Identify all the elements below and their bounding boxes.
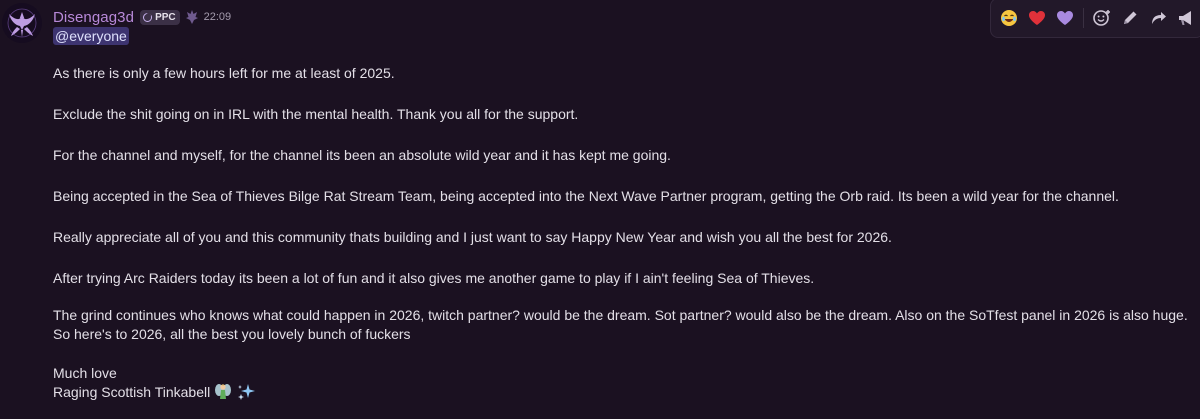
server-tag-label: PPC [155, 11, 176, 23]
reply-button[interactable] [1146, 6, 1170, 30]
message-header: Disengag3d PPC 22:09 [53, 7, 231, 27]
signature-text: Raging Scottish Tinkabell [53, 384, 211, 400]
reply-arrow-icon [1152, 12, 1166, 24]
sparkles-emoji-icon [236, 382, 256, 402]
toolbar-divider [1083, 8, 1084, 28]
message-paragraph: Being accepted in the Sea of Thieves Bil… [53, 188, 1119, 204]
username[interactable]: Disengag3d [53, 9, 134, 26]
laughing-emoji-reaction-button[interactable] [997, 6, 1021, 30]
server-tag[interactable]: PPC [140, 9, 180, 25]
role-icon[interactable] [185, 9, 199, 25]
timestamp: 22:09 [203, 11, 232, 23]
purple-heart-icon [1057, 11, 1073, 25]
add-reaction-button[interactable] [1090, 6, 1114, 30]
chat-message: Disengag3d PPC 22:09 @everyone As there … [0, 0, 1200, 419]
phoenix-avatar-icon [2, 3, 42, 43]
message-paragraph: The grind continues who knows what could… [53, 307, 1188, 342]
forward-button[interactable] [1174, 6, 1198, 30]
purple-heart-reaction-button[interactable] [1053, 6, 1077, 30]
message-paragraph: As there is only a few hours left for me… [53, 65, 395, 81]
message-paragraph: Really appreciate all of you and this co… [53, 229, 892, 245]
message-signoff: Much love [53, 365, 117, 381]
pencil-icon [1124, 11, 1137, 24]
message-signature: Raging Scottish Tinkabell [53, 382, 256, 402]
everyone-mention[interactable]: @everyone [53, 27, 129, 45]
fairy-emoji-icon [213, 382, 233, 402]
message-paragraph: For the channel and myself, for the chan… [53, 147, 671, 163]
message-paragraph: After trying Arc Raiders today its been … [53, 270, 815, 286]
red-heart-icon [1029, 11, 1045, 25]
message-paragraph: Exclude the shit going on in IRL with th… [53, 106, 579, 122]
edit-button[interactable] [1118, 6, 1142, 30]
add-reaction-icon [1093, 10, 1110, 26]
megaphone-icon [1179, 11, 1191, 25]
red-heart-reaction-button[interactable] [1025, 6, 1049, 30]
laughing-emoji-icon [1001, 10, 1017, 26]
user-avatar[interactable] [2, 3, 42, 43]
message-actions-toolbar [990, 0, 1200, 38]
moon-tag-icon [143, 12, 153, 22]
